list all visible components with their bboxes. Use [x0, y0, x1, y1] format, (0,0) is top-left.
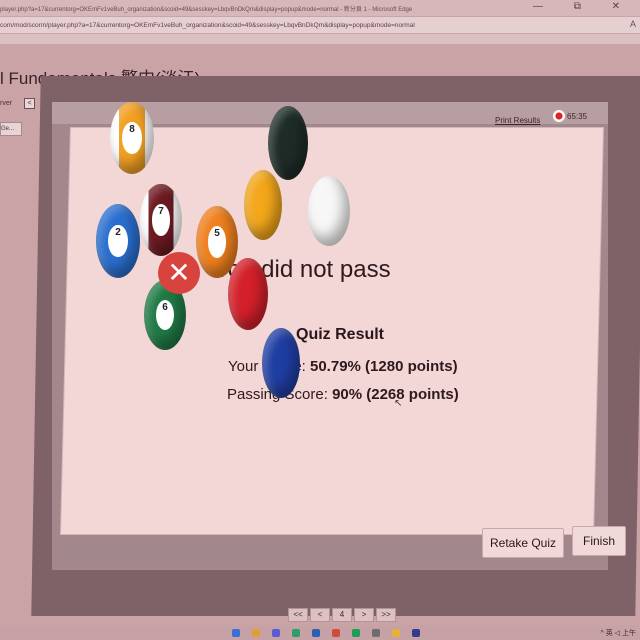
taskbar-app-icon[interactable] [372, 629, 380, 637]
pool-ball-black-icon [268, 106, 308, 180]
pool-ball-red-icon [228, 258, 268, 330]
taskbar-app-icon[interactable] [392, 629, 400, 637]
system-tray[interactable]: ^ 英 ◁ 上午 [600, 628, 636, 638]
go-button[interactable]: Ge... [0, 122, 22, 136]
pool-ball-8-icon: 8 [110, 102, 154, 174]
next-page-button[interactable]: > [354, 608, 374, 622]
your-score-value: 50.79% (1280 points) [310, 358, 458, 375]
mouse-cursor-icon: ↖ [394, 398, 403, 409]
page-number: 4 [332, 608, 352, 622]
toolbar-strip [0, 34, 640, 44]
first-page-button[interactable]: << [288, 608, 308, 622]
server-label: rver [0, 100, 13, 107]
browser-title-bar: player.php?a=17&currentorg=OKEmFv1veBuh_… [0, 0, 640, 16]
pool-ball-1-icon [244, 170, 282, 240]
taskbar-app-icon[interactable] [312, 629, 320, 637]
pool-ball-5-icon: 5 [196, 206, 238, 278]
fail-x-icon: ✕ [158, 252, 200, 294]
timer-icon [553, 110, 565, 122]
passing-score-line: Passing Score: 90% (2268 points) [227, 386, 459, 403]
address-url[interactable]: com/mod/scorm/player.php?a=17&currentorg… [0, 22, 415, 29]
timer-text: 65:35 [567, 112, 588, 121]
taskbar-app-icon[interactable] [252, 629, 260, 637]
last-page-button[interactable]: >> [376, 608, 396, 622]
prev-page-button[interactable]: < [310, 608, 330, 622]
window-controls[interactable]: — ⧉ ✕ [533, 1, 634, 12]
taskbar-app-icon[interactable] [292, 629, 300, 637]
pool-ball-cue-icon [308, 176, 350, 246]
taskbar-app-icon[interactable] [232, 629, 240, 637]
print-results-link[interactable]: Print Results [495, 116, 540, 125]
read-aloud-icon[interactable]: A [630, 19, 636, 29]
taskbar-app-icon[interactable] [352, 629, 360, 637]
taskbar-app-icon[interactable] [332, 629, 340, 637]
window-title: player.php?a=17&currentorg=OKEmFv1veBuh_… [0, 7, 413, 13]
pool-ball-2-icon: 2 [96, 204, 140, 278]
taskbar-app-icon[interactable] [272, 629, 280, 637]
taskbar-app-icon[interactable] [412, 629, 420, 637]
slide-pager: << <4 > >> [288, 608, 398, 622]
taskbar: ^ 英 ◁ 上午 [0, 626, 640, 640]
address-bar[interactable]: com/mod/scorm/player.php?a=17&currentorg… [0, 17, 640, 33]
quiz-result-title: Quiz Result [296, 326, 385, 343]
collapse-button[interactable]: < [24, 98, 35, 109]
pool-ball-7-icon: 7 [140, 184, 182, 256]
finish-button[interactable]: Finish [572, 526, 626, 556]
retake-quiz-button[interactable]: Retake Quiz [482, 528, 564, 558]
pool-ball-blue-icon [262, 328, 300, 398]
